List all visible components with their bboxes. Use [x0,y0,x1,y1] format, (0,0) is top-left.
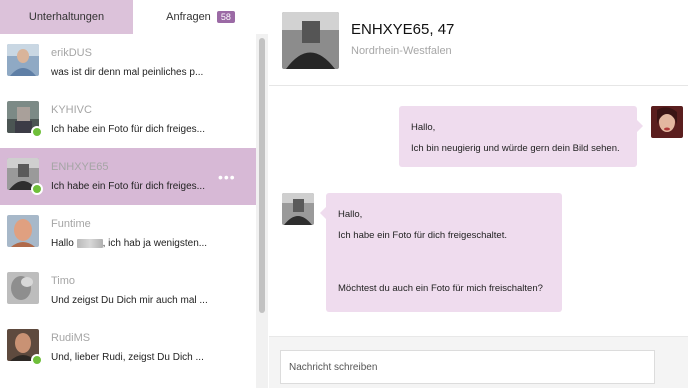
message-area: Hallo, Ich bin neugierig und würde gern … [269,86,688,336]
own-avatar [651,106,683,138]
contact-avatar[interactable] [282,12,339,69]
contact-message-avatar [282,193,314,225]
avatar [7,44,39,76]
conversation-preview: Ich habe ein Foto für dich freiges... [51,124,205,135]
tab-requests[interactable]: Anfragen 58 [133,0,268,34]
message-input[interactable] [280,350,655,384]
avatar [7,215,39,247]
redacted-name [76,238,103,248]
message-line: Ich habe ein Foto für dich freigeschalte… [338,230,507,241]
more-options-icon[interactable]: ••• [218,169,236,185]
tab-conversations-label: Unterhaltungen [28,11,105,23]
conversation-item[interactable]: erikDUS was ist dir denn mal peinliches … [0,34,256,91]
preview-start: Hallo [51,238,74,249]
conversation-preview: Und zeigst Du Dich mir auch mal ... [51,295,208,306]
conversation-item-active[interactable]: ENHXYE65 Ich habe ein Foto für dich frei… [0,148,256,205]
conversation-item[interactable]: KYHIVC Ich habe ein Foto für dich freige… [0,91,256,148]
conversation-name: Funtime [51,218,91,230]
scrollbar-thumb[interactable] [259,38,265,313]
tab-requests-label: Anfragen [166,11,211,23]
conversation-name: KYHIVC [51,104,92,116]
message-line: Hallo, [338,209,363,220]
compose-bar [269,336,688,388]
conversation-preview: Hallo , ich hab ja wenigsten... [51,238,211,249]
message-bubble-incoming: Hallo, Ich habe ein Foto für dich freige… [320,193,562,312]
message-line: Hallo, [411,122,436,133]
conversation-item[interactable]: Funtime Hallo , ich hab ja wenigsten... [0,205,256,262]
conversation-name: ENHXYE65 [51,161,109,173]
online-indicator [31,354,43,366]
message-line: Ich bin neugierig und würde gern dein Bi… [411,143,620,154]
conversation-name: erikDUS [51,47,92,59]
conversation-name: RudiMS [51,332,91,344]
conversation-preview: Ich habe ein Foto für dich freiges... [51,181,205,192]
preview-end: , ich hab ja wenigsten... [102,238,208,249]
conversation-name: Timo [51,275,76,287]
tab-conversations[interactable]: Unterhaltungen [0,0,133,34]
conversation-panel: Unterhaltungen Anfragen 58 erikDUS was i… [0,0,268,388]
conversation-item[interactable]: RudiMS Und, lieber Rudi, zeigst Du Dich … [0,319,256,376]
conversation-preview: Und, lieber Rudi, zeigst Du Dich ... [51,352,204,363]
conversation-list: erikDUS was ist dir denn mal peinliches … [0,34,256,388]
conversation-preview: was ist dir denn mal peinliches p... [51,67,204,78]
online-indicator [31,183,43,195]
message-line: Möchtest du auch ein Foto für mich freis… [338,283,543,294]
chat-header: ENHXYE65, 47 Nordrhein-Westfalen [269,0,688,86]
avatar [7,272,39,304]
contact-title: ENHXYE65, 47 [351,21,455,38]
online-indicator [31,126,43,138]
conversation-item[interactable]: Timo Und zeigst Du Dich mir auch mal ... [0,262,256,319]
message-bubble-outgoing: Hallo, Ich bin neugierig und würde gern … [399,106,643,167]
tab-bar: Unterhaltungen Anfragen 58 [0,0,268,34]
contact-location: Nordrhein-Westfalen [351,45,452,57]
requests-count-badge: 58 [216,11,235,23]
